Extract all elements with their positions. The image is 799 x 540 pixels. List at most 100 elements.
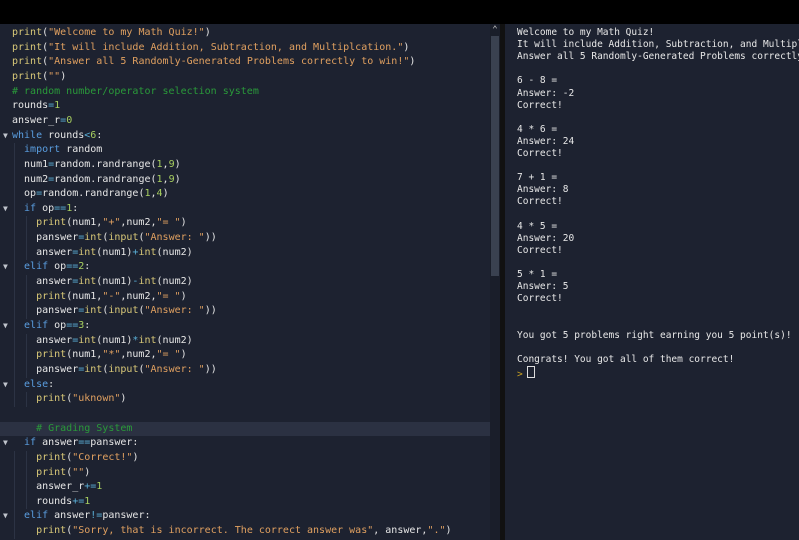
code-token-kw: while <box>12 129 43 141</box>
code-token-tx: ) <box>409 56 416 68</box>
code-line[interactable]: import random <box>24 143 102 158</box>
code-token-str: "Welcome to my Math Quiz!" <box>48 27 205 38</box>
code-line[interactable]: # random number/operator selection syste… <box>12 85 259 100</box>
code-token-kw: elif <box>24 320 49 331</box>
code-line[interactable]: if op==1: <box>24 202 78 217</box>
code-line[interactable]: answer=int(num1)+int(num2) <box>36 246 193 261</box>
code-line[interactable]: answer=int(num1)-int(num2) <box>36 275 193 290</box>
code-token-fn: input <box>108 305 139 317</box>
code-token-fn: print <box>36 466 67 478</box>
prompt-icon: > <box>517 368 523 380</box>
code-token-fn: input <box>108 363 139 375</box>
scrollbar-thumb[interactable] <box>491 36 499 276</box>
code-line[interactable]: panswer=int(input("Answer: ")) <box>36 231 217 246</box>
code-token-num: 0 <box>66 114 73 126</box>
code-token-op: == <box>66 261 79 273</box>
code-token-op: == <box>54 202 67 214</box>
code-editor[interactable]: print("Welcome to my Math Quiz!") print("… <box>0 24 490 540</box>
code-line[interactable]: # Grading System <box>36 422 132 437</box>
code-line[interactable]: print(num1,"-",num2,"= ") <box>36 290 187 305</box>
code-line[interactable]: print(num1,"*",num2,"= ") <box>36 348 187 363</box>
code-token-fn: print <box>36 290 67 302</box>
code-token-fn: int <box>78 276 97 288</box>
code-token-tx: ) <box>174 173 181 185</box>
code-token-tx: answer <box>36 246 73 258</box>
code-token-tx: answer_r <box>12 114 61 126</box>
code-token-kw: if <box>24 437 37 449</box>
code-line[interactable]: rounds=1 <box>12 99 60 114</box>
fold-arrow-icon[interactable]: ▼ <box>3 509 8 524</box>
code-token-kw: import <box>24 144 61 156</box>
code-token-tx: op <box>48 320 67 331</box>
code-token-kw: elif <box>24 261 49 273</box>
code-token-tx: )) <box>204 363 217 375</box>
code-token-tx: answer <box>48 510 91 522</box>
code-token-tx: ) <box>174 158 181 170</box>
chevron-up-icon[interactable]: ⌃ <box>490 24 500 36</box>
code-line[interactable]: else: <box>24 378 54 393</box>
code-token-tx: ) <box>120 393 127 405</box>
code-line[interactable]: rounds+=1 <box>36 495 90 510</box>
code-line[interactable]: print(num1,"+",num2,"= ") <box>36 216 187 231</box>
code-line[interactable]: answer_r=0 <box>12 114 72 129</box>
code-token-cm: # random number/operator selection syste… <box>12 85 259 97</box>
console-output[interactable]: Welcome to my Math Quiz! It will include … <box>505 24 799 540</box>
code-line[interactable]: while rounds<6: <box>12 129 102 144</box>
code-line[interactable]: print("Welcome to my Math Quiz!") <box>12 26 211 41</box>
code-line[interactable]: print("Answer all 5 Randomly-Generated P… <box>12 55 415 70</box>
code-token-tx: answer <box>36 334 73 346</box>
code-token-fn: int <box>138 334 157 346</box>
console-line: 6 - 8 = <box>517 75 558 87</box>
code-token-tx: random <box>60 144 103 156</box>
code-token-tx: op <box>36 202 55 214</box>
code-line[interactable]: op=random.randrange(1,4) <box>24 187 169 202</box>
code-token-tx: : <box>48 378 55 390</box>
fold-arrow-icon[interactable]: ▼ <box>3 436 8 451</box>
code-line[interactable]: print("It will include Addition, Subtrac… <box>12 41 409 56</box>
editor-scrollbar[interactable]: ⌃ <box>490 24 500 540</box>
code-line[interactable]: answer_r+=1 <box>36 480 102 495</box>
fold-arrow-icon[interactable]: ▼ <box>3 378 8 393</box>
code-line[interactable]: answer=int(num1)*int(num2) <box>36 334 193 349</box>
console-line: Correct! <box>517 244 563 256</box>
code-line[interactable]: elif op==3: <box>24 319 90 334</box>
code-line[interactable]: elif op==2: <box>24 260 90 275</box>
code-token-tx: , answer, <box>373 525 428 537</box>
code-token-tx: panswer <box>36 305 79 317</box>
code-line[interactable]: print("uknown") <box>36 392 126 407</box>
code-line[interactable]: elif answer!=panswer: <box>24 509 150 524</box>
code-token-tx: answer <box>36 276 73 288</box>
code-token-num: 1 <box>84 495 91 507</box>
code-token-fn: print <box>12 27 43 38</box>
code-line[interactable]: panswer=int(input("Answer: ")) <box>36 363 217 378</box>
code-token-tx: ) <box>180 349 187 361</box>
code-token-str: "= " <box>156 217 181 229</box>
console-input-line[interactable]: > <box>517 365 535 380</box>
code-line[interactable]: print("") <box>12 70 66 85</box>
code-token-tx: (num1, <box>66 290 103 302</box>
code-token-str: "Answer: " <box>144 305 205 317</box>
code-token-tx: : <box>72 202 79 214</box>
fold-arrow-icon[interactable]: ▼ <box>3 129 8 144</box>
fold-arrow-icon[interactable]: ▼ <box>3 260 8 275</box>
console-line: Answer: -2 <box>517 87 575 99</box>
code-line[interactable]: num1=random.randrange(1,9) <box>24 158 181 173</box>
code-token-fn: print <box>12 56 43 68</box>
fold-arrow-icon[interactable]: ▼ <box>3 202 8 217</box>
code-token-fn: int <box>78 334 97 346</box>
text-cursor[interactable] <box>526 365 535 378</box>
code-token-str: "uknown" <box>72 393 121 405</box>
indent-guide <box>26 392 28 407</box>
code-line[interactable]: if answer==panswer: <box>24 436 138 451</box>
code-line[interactable]: print("Sorry, that is incorrect. The cor… <box>36 524 451 539</box>
code-token-tx: ) <box>162 188 169 200</box>
code-line[interactable]: print("") <box>36 466 90 481</box>
code-token-fn: int <box>78 246 97 258</box>
code-line[interactable]: num2=random.randrange(1,9) <box>24 173 181 188</box>
code-line[interactable]: panswer=int(input("Answer: ")) <box>36 304 217 319</box>
code-line[interactable]: print("Correct!") <box>36 451 138 466</box>
fold-arrow-icon[interactable]: ▼ <box>3 319 8 334</box>
console-line: Answer: 20 <box>517 232 575 244</box>
console-line: You got 5 problems right earning you 5 p… <box>517 329 792 341</box>
code-token-op: += <box>84 481 97 493</box>
